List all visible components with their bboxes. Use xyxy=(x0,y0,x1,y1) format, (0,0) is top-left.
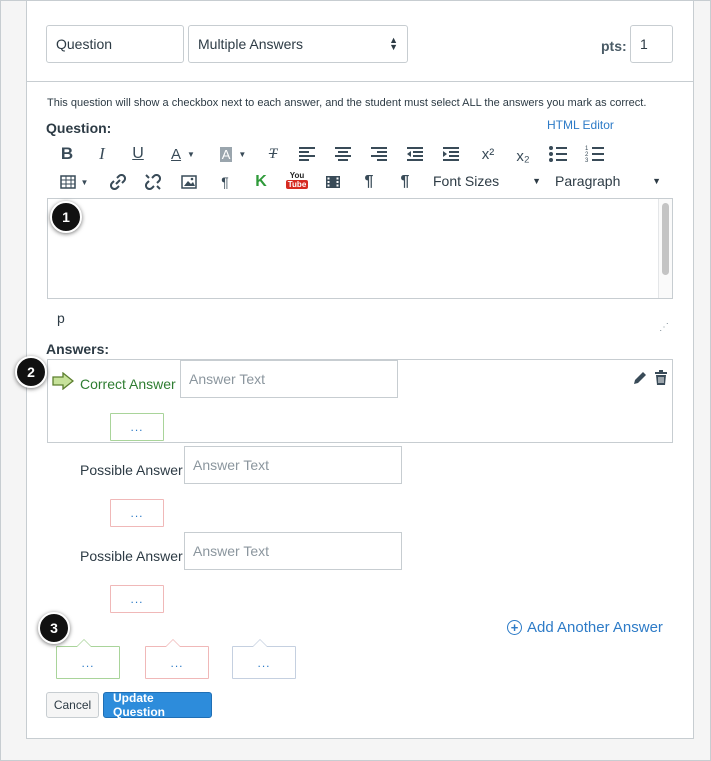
question-instructions: This question will show a checkbox next … xyxy=(47,97,647,109)
callout-1: 1 xyxy=(50,201,82,233)
neutral-comment-button[interactable]: ... xyxy=(232,639,296,679)
subscript-icon[interactable]: x₂ xyxy=(512,145,534,167)
bold-icon[interactable]: B xyxy=(57,143,77,165)
paragraph-dropdown[interactable]: Paragraph ▼ xyxy=(555,173,661,189)
text-color-icon[interactable]: A ▼ xyxy=(164,143,202,165)
correct-answer-label: Correct Answer xyxy=(80,376,176,392)
numbered-list-icon[interactable]: 123 xyxy=(585,145,605,163)
correct-comment-button[interactable]: ... xyxy=(56,639,120,679)
align-center-icon[interactable] xyxy=(333,145,353,163)
unlink-icon[interactable] xyxy=(142,171,164,193)
paragraph-label: Paragraph xyxy=(555,173,621,189)
answer-placeholder-2: Answer Text xyxy=(193,457,269,473)
html-editor-link[interactable]: HTML Editor xyxy=(547,118,614,132)
possible-answer-label-2: Possible Answer xyxy=(80,462,183,478)
add-circle-icon: + xyxy=(507,620,522,635)
callout-2: 2 xyxy=(15,356,47,388)
add-another-answer-label: Add Another Answer xyxy=(527,619,663,636)
paragraph-mark-icon[interactable]: ¶ xyxy=(215,171,235,193)
incorrect-comment-button[interactable]: ... xyxy=(145,639,209,679)
question-name-value: Question xyxy=(56,36,113,52)
question-editor-panel: Question Multiple Answers ▲ ▼ pts: 1 This… xyxy=(26,1,694,739)
answer-placeholder-3: Answer Text xyxy=(193,543,269,559)
possible-answer-label-3: Possible Answer xyxy=(80,548,183,564)
correct-answer-arrow-icon[interactable] xyxy=(52,372,74,390)
points-value: 1 xyxy=(640,36,648,52)
outdent-icon[interactable] xyxy=(405,145,425,163)
editor-path: p xyxy=(57,310,65,326)
link-icon[interactable] xyxy=(107,171,129,193)
editor-scrollbar[interactable] xyxy=(658,199,672,298)
paragraph-caret-icon: ▼ xyxy=(652,176,661,186)
resize-handle-icon[interactable]: ⋰ xyxy=(659,322,669,333)
answer-text-input-3[interactable]: Answer Text xyxy=(184,532,402,570)
pencil-icon[interactable] xyxy=(632,370,648,386)
font-sizes-dropdown[interactable]: Font Sizes ▼ xyxy=(433,173,541,189)
answer-comment-button-3[interactable]: ... xyxy=(110,585,164,613)
pts-label: pts: xyxy=(601,38,627,54)
kaltura-icon[interactable]: K xyxy=(251,171,271,193)
callout-3: 3 xyxy=(38,612,70,644)
editor-scrollbar-thumb[interactable] xyxy=(662,203,669,275)
table-icon[interactable]: ▼ xyxy=(57,171,91,193)
answer-comment-button-1[interactable]: ... xyxy=(110,413,164,441)
question-header: Question Multiple Answers ▲ ▼ pts: 1 xyxy=(27,1,693,82)
superscript-icon[interactable]: x² xyxy=(477,143,499,165)
answer-placeholder-1: Answer Text xyxy=(189,371,265,387)
question-label: Question: xyxy=(46,120,112,136)
select-arrows-icon: ▲ ▼ xyxy=(389,35,398,52)
background-color-icon[interactable]: A ▼ xyxy=(214,143,252,165)
media-icon[interactable] xyxy=(322,171,344,193)
update-question-button[interactable]: Update Question xyxy=(103,691,212,719)
question-text-editor[interactable] xyxy=(47,198,673,299)
align-right-icon[interactable] xyxy=(369,145,389,163)
font-sizes-caret-icon: ▼ xyxy=(532,176,541,186)
answer-text-input-1[interactable]: Answer Text xyxy=(180,360,398,398)
image-icon[interactable] xyxy=(178,171,200,193)
font-sizes-label: Font Sizes xyxy=(433,173,500,189)
indent-icon[interactable] xyxy=(441,145,461,163)
modal-frame: Question Multiple Answers ▲ ▼ pts: 1 This… xyxy=(0,0,711,761)
ltr-icon[interactable]: ¶ xyxy=(358,171,380,193)
youtube-icon[interactable]: You Tube xyxy=(285,169,309,191)
italic-icon[interactable]: I xyxy=(92,143,112,165)
answer-text-input-2[interactable]: Answer Text xyxy=(184,446,402,484)
underline-icon[interactable]: U xyxy=(128,143,148,165)
bullet-list-icon[interactable] xyxy=(548,145,568,163)
answer-actions xyxy=(632,370,668,386)
add-another-answer-link[interactable]: + Add Another Answer xyxy=(507,619,663,636)
cancel-button[interactable]: Cancel xyxy=(46,692,99,718)
clear-formatting-icon[interactable]: T xyxy=(263,143,283,165)
trash-icon[interactable] xyxy=(654,370,668,386)
question-type-value: Multiple Answers xyxy=(198,36,304,52)
question-name-input[interactable]: Question xyxy=(46,25,184,63)
answers-label: Answers: xyxy=(46,341,110,357)
answer-comment-button-2[interactable]: ... xyxy=(110,499,164,527)
align-left-icon[interactable] xyxy=(297,145,317,163)
question-type-select[interactable]: Multiple Answers ▲ ▼ xyxy=(188,25,408,63)
rtl-icon[interactable]: ¶ xyxy=(394,171,416,193)
svg-text:3: 3 xyxy=(585,158,589,163)
points-input[interactable]: 1 xyxy=(630,25,673,63)
